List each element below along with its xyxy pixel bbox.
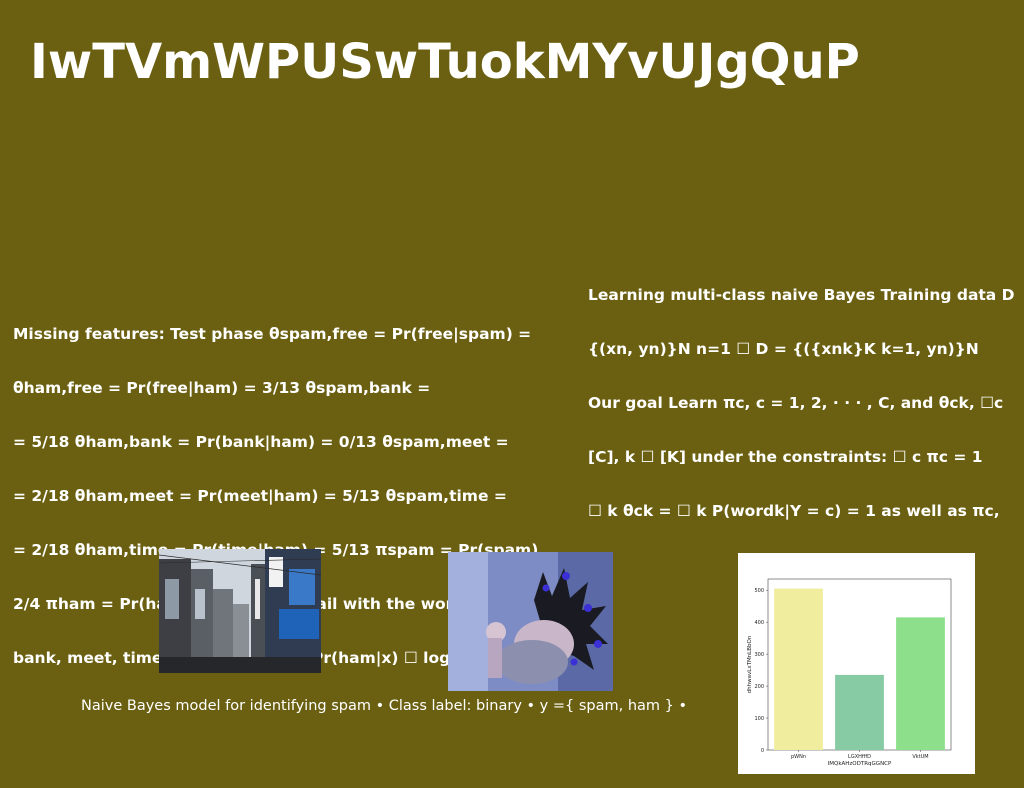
chart-x-tick-label: VktUM: [912, 754, 928, 760]
bar-chart: 0 100 200 300 400 500 pWNn LGXHfffD VktUM IMQkA…: [738, 553, 975, 774]
chart-y-tick-label: 0: [761, 748, 764, 754]
chart-bar-VktUM: [896, 617, 945, 750]
chart-x-axis-label: IMQkAHzODTRqGGNCP: [828, 761, 892, 767]
chart-bar-pWNn: [774, 588, 823, 750]
chart-bars: [774, 588, 945, 750]
chart-y-axis-label: dhhwavLxTMnLBbOn: [747, 635, 753, 693]
street-photo-illustration: [159, 549, 321, 673]
page-title: IwTVmWPUSwTuokMYvUJgQuP: [30, 34, 860, 90]
figure-caption: Naive Bayes model for identifying spam •…: [81, 698, 688, 714]
multiclass-naive-bayes-paragraph: Learning multi-class naive Bayes Trainin…: [588, 250, 1024, 538]
chart-bar-LGXHfffD: [835, 674, 884, 750]
paragraph-line: = 2/18 θham,meet = Pr(meet|ham) = 5/13 θ…: [13, 487, 507, 505]
paragraph-line: ☐ k θck = ☐ k P(wordk|Y = c) = 1 as well…: [588, 502, 1000, 520]
chart-x-tick-label: LGXHfffD: [848, 754, 871, 760]
paragraph-line: θham,free = Pr(free|ham) = 3/13 θspam,ba…: [13, 379, 431, 397]
paragraph-line: Missing features: Test phase θspam,free …: [13, 325, 532, 343]
paragraph-line: {(xn, yn)}N n=1 ☐ D = {({xnk}K k=1, yn)}…: [588, 340, 979, 358]
chart-y-tick-label: 100: [754, 716, 764, 722]
chart-y-tick-label: 200: [754, 684, 764, 690]
street-photo: [159, 549, 321, 673]
paragraph-line: = 5/18 θham,bank = Pr(bank|ham) = 0/13 θ…: [13, 433, 509, 451]
chart-y-ticks: 0 100 200 300 400 500: [754, 588, 768, 754]
paragraph-line: Learning multi-class naive Bayes Trainin…: [588, 286, 1015, 304]
boy-photo-illustration: [448, 552, 613, 691]
chart-x-tick-label: pWNn: [791, 754, 806, 760]
paragraph-line: [C], k ☐ [K] under the constraints: ☐ c …: [588, 448, 983, 466]
bar-chart-svg: 0 100 200 300 400 500 pWNn LGXHfffD VktUM IMQkA…: [747, 578, 952, 767]
paragraph-line: Our goal Learn πc, c = 1, 2, · · · , C, …: [588, 394, 1004, 412]
boy-with-crown-photo: [448, 552, 613, 691]
chart-x-ticks: pWNn LGXHfffD VktUM: [791, 750, 929, 760]
chart-y-tick-label: 400: [754, 620, 764, 626]
chart-y-tick-label: 300: [754, 652, 764, 658]
chart-y-tick-label: 500: [754, 588, 764, 594]
